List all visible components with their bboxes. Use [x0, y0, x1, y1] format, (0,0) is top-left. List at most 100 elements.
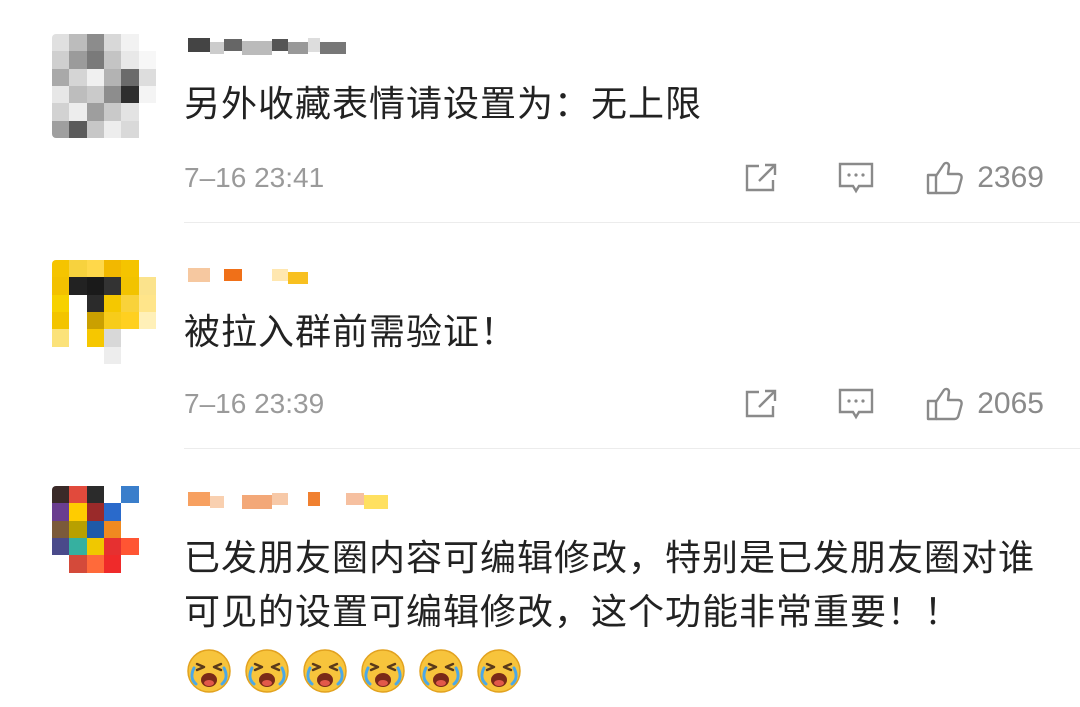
avatar-pixel	[104, 86, 122, 104]
username-pixel	[188, 492, 210, 506]
username-blurred[interactable]	[188, 32, 346, 58]
crying-face-icon	[418, 648, 464, 698]
avatar-pixel	[104, 312, 122, 330]
avatar-pixel	[52, 538, 70, 556]
avatar-pixel	[69, 572, 87, 590]
username-pixel	[242, 271, 272, 285]
divider	[184, 448, 1080, 449]
username-pixel	[288, 496, 308, 508]
avatar-pixel	[104, 51, 122, 69]
avatar-pixel	[138, 520, 156, 538]
share-icon	[746, 163, 777, 192]
username-blurred[interactable]	[188, 262, 308, 288]
avatar[interactable]	[52, 486, 156, 590]
avatar-pixel	[121, 277, 139, 295]
username-pixel	[210, 42, 224, 54]
crying-face-icon	[476, 648, 522, 698]
avatar-pixel	[52, 346, 70, 364]
share-button[interactable]	[743, 388, 779, 420]
reply-button[interactable]	[837, 161, 875, 195]
avatar-pixel	[121, 503, 139, 521]
avatar-pixel	[86, 312, 104, 330]
avatar-pixel	[69, 346, 87, 364]
username-pixel	[224, 39, 242, 51]
username-pixel	[188, 38, 210, 52]
avatar-pixel	[52, 572, 70, 590]
reply-icon	[839, 162, 874, 194]
avatar-pixel	[52, 329, 70, 347]
avatar-pixel	[138, 329, 156, 347]
avatar-pixel	[86, 555, 104, 573]
avatar-pixel	[138, 486, 156, 504]
like-count: 2369	[977, 161, 1044, 194]
avatar-pixel	[52, 86, 70, 104]
username-pixel	[308, 492, 320, 506]
share-button[interactable]	[743, 162, 779, 194]
avatar-pixel	[138, 51, 156, 69]
crying-face-icon	[244, 648, 290, 698]
avatar-pixel	[104, 346, 122, 364]
avatar-pixel	[121, 294, 139, 312]
avatar-pixel	[104, 555, 122, 573]
avatar-pixel	[104, 503, 122, 521]
avatar-pixel	[138, 312, 156, 330]
avatar-pixel	[138, 120, 156, 138]
username-pixel	[224, 269, 242, 281]
avatar[interactable]	[52, 260, 156, 364]
username-pixel	[224, 493, 242, 505]
avatar-pixel	[86, 346, 104, 364]
avatar-pixel	[69, 503, 87, 521]
avatar-pixel	[86, 51, 104, 69]
avatar-pixel	[52, 520, 70, 538]
avatar-pixel	[121, 329, 139, 347]
avatar-pixel	[104, 486, 122, 504]
avatar-pixel	[138, 86, 156, 104]
avatar-pixel	[69, 486, 87, 504]
avatar-pixel	[52, 103, 70, 121]
avatar-pixel	[69, 555, 87, 573]
username-pixel	[188, 268, 210, 282]
avatar-pixel	[52, 277, 70, 295]
avatar-pixel	[86, 260, 104, 278]
avatar-pixel	[121, 68, 139, 86]
avatar-pixel	[104, 277, 122, 295]
avatar-pixel	[52, 51, 70, 69]
like-icon	[927, 387, 964, 421]
avatar-pixel	[69, 520, 87, 538]
like-button[interactable]: 2369	[925, 160, 1044, 196]
avatar-pixel	[121, 120, 139, 138]
avatar-pixel	[121, 520, 139, 538]
like-count: 2065	[977, 387, 1044, 420]
username-pixel	[346, 493, 364, 505]
avatar-pixel	[138, 103, 156, 121]
username-pixel	[320, 496, 346, 508]
avatar-pixel	[138, 503, 156, 521]
avatar-pixel	[69, 312, 87, 330]
avatar-pixel	[121, 260, 139, 278]
username-pixel	[364, 495, 388, 509]
avatar-pixel	[69, 120, 87, 138]
avatar-pixel	[138, 346, 156, 364]
avatar-pixel	[52, 120, 70, 138]
avatar-pixel	[121, 51, 139, 69]
timestamp: 7–16 23:39	[184, 388, 325, 419]
comment-text: 已发朋友圈内容可编辑修改，特别是已发朋友圈对谁可见的设置可编辑修改，这个功能非常…	[184, 538, 1036, 633]
crying-face-icon	[186, 648, 232, 698]
divider	[184, 222, 1080, 223]
username-pixel	[210, 272, 224, 284]
username-blurred[interactable]	[188, 486, 388, 512]
username-pixel	[272, 269, 288, 281]
avatar-pixel	[86, 68, 104, 86]
avatar-pixel	[52, 34, 70, 52]
reply-button[interactable]	[837, 387, 875, 421]
avatar-pixel	[104, 68, 122, 86]
like-button[interactable]: 2065	[925, 386, 1044, 422]
avatar-pixel	[121, 572, 139, 590]
avatar-pixel	[86, 103, 104, 121]
avatar-pixel	[121, 486, 139, 504]
avatar-pixel	[138, 260, 156, 278]
avatar-pixel	[104, 329, 122, 347]
avatar-pixel	[69, 51, 87, 69]
avatar-pixel	[69, 86, 87, 104]
avatar[interactable]	[52, 34, 156, 138]
